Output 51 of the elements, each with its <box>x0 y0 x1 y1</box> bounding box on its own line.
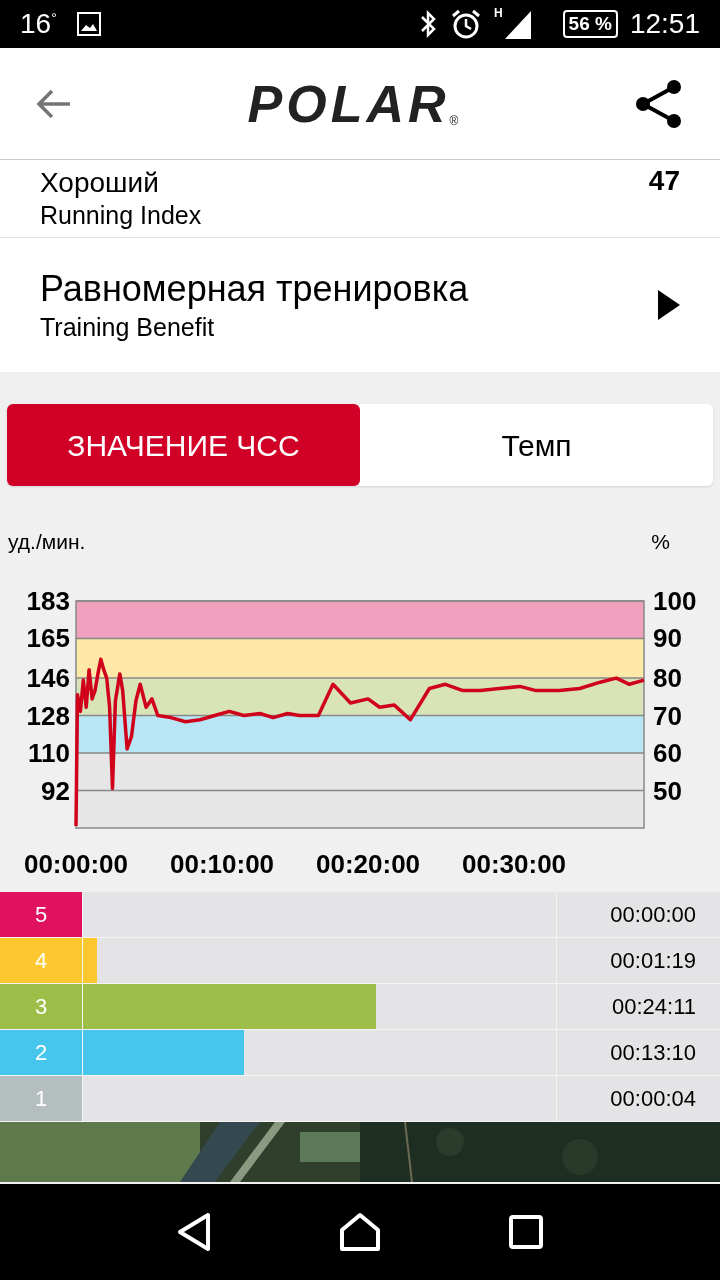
zone-label: 2 <box>0 1029 83 1075</box>
summary-label: Running Index <box>40 199 203 231</box>
y-tick-label: 146 <box>26 662 70 693</box>
y-tick-label: 128 <box>26 700 70 731</box>
y-tick-label: 110 <box>28 737 70 768</box>
x-tick-label: 00:30:00 <box>462 848 567 879</box>
zone-label: 4 <box>0 937 83 983</box>
zone-time: 00:00:04 <box>557 1075 720 1121</box>
tab[interactable]: ЗНАЧЕНИЕ ЧСС <box>7 404 360 486</box>
y-tick-label: 165 <box>26 623 70 653</box>
back-arrow-icon[interactable] <box>36 87 72 120</box>
zone-label: 1 <box>0 1075 83 1121</box>
back-nav-icon[interactable] <box>175 1212 212 1252</box>
summary-value: Хороший <box>40 166 160 199</box>
play-arrow-icon[interactable] <box>658 290 680 320</box>
zone-time: 00:01:19 <box>557 937 720 983</box>
registered-mark: ® <box>449 113 459 130</box>
y-tick-label: 92 <box>41 775 70 805</box>
y-tick-label: 60 <box>653 737 682 768</box>
y-tick-label: 183 <box>26 585 70 616</box>
y-axis-title: % <box>651 529 670 555</box>
y-tick-label: 50 <box>653 775 682 805</box>
zone-label: 5 <box>0 891 83 937</box>
signal-icon <box>502 9 531 39</box>
recents-icon[interactable] <box>508 1214 545 1250</box>
x-tick-label: 00:20:00 <box>316 848 421 879</box>
x-tick-label: 00:00:00 <box>23 848 129 879</box>
zone-time: 00:13:10 <box>557 1029 720 1075</box>
y-tick-label: 90 <box>653 623 682 653</box>
image-icon <box>76 12 101 36</box>
clock: 12:51 <box>629 7 700 41</box>
y-axis-title: уд./мин. <box>8 529 86 555</box>
zone-time: 00:00:00 <box>557 891 720 937</box>
y-tick-label: 80 <box>653 662 682 693</box>
degree-sign: ° <box>51 9 57 28</box>
share-icon[interactable] <box>634 78 684 129</box>
summary-value: Равномерная тренировка <box>40 267 470 311</box>
battery-percentage: 56 % <box>568 11 612 36</box>
x-tick-label: 00:10:00 <box>170 848 275 879</box>
y-tick-label: 70 <box>653 700 682 731</box>
summary-number: 47 <box>648 164 680 198</box>
summary-label: Training Benefit <box>40 312 216 343</box>
tab[interactable]: Темп <box>360 404 713 486</box>
home-icon[interactable] <box>339 1212 381 1252</box>
alarm-icon <box>449 8 482 40</box>
network-type: H <box>493 5 503 22</box>
zone-time: 00:24:11 <box>557 983 720 1029</box>
logo: POLAR <box>247 77 450 130</box>
y-tick-label: 100 <box>653 585 697 616</box>
zone-label: 3 <box>0 983 83 1029</box>
temperature: 16 <box>20 7 52 41</box>
